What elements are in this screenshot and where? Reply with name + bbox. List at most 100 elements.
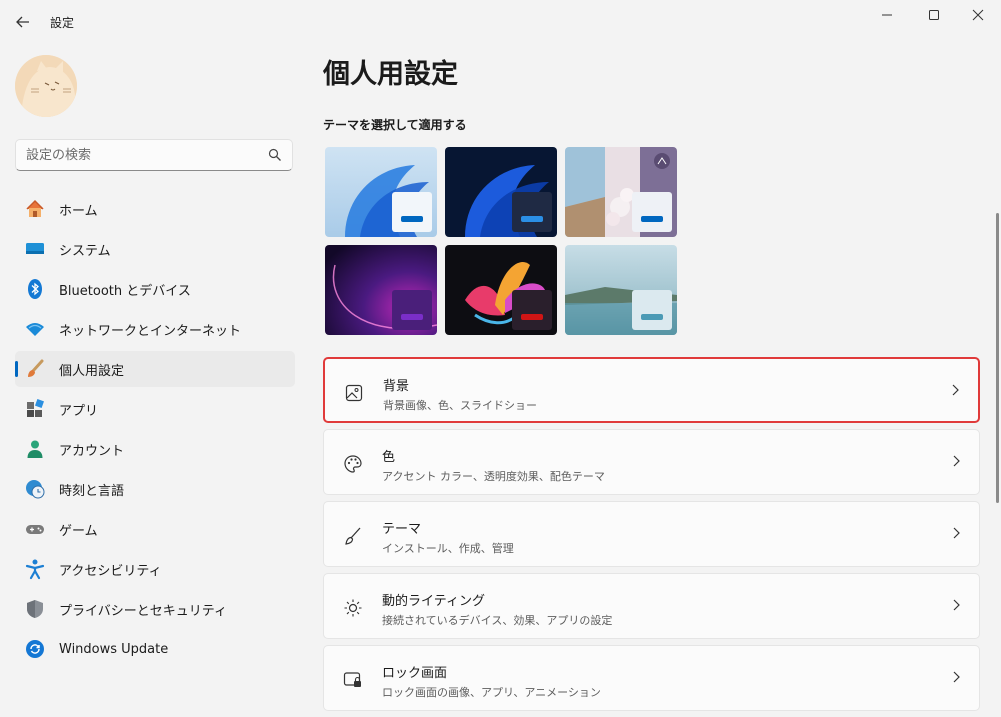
sidebar-item-privacy-security[interactable]: プライバシーとセキュリティ xyxy=(15,591,295,627)
theme-tile-flow[interactable] xyxy=(445,245,557,335)
close-button[interactable] xyxy=(958,4,998,26)
card-colors[interactable]: 色 アクセント カラー、透明度効果、配色テーマ xyxy=(323,429,980,495)
wifi-icon xyxy=(24,318,46,340)
theme-mini-window xyxy=(632,290,672,330)
sidebar-item-label: アクセシビリティ xyxy=(59,563,162,579)
sidebar-item-system[interactable]: システム xyxy=(15,231,295,267)
card-themes[interactable]: テーマ インストール、作成、管理 xyxy=(323,501,980,567)
theme-accent-bar xyxy=(641,216,663,222)
chevron-right-icon xyxy=(952,384,959,396)
card-background[interactable]: 背景 背景画像、色、スライドショー xyxy=(323,357,980,423)
arrow-left-icon xyxy=(16,16,29,28)
theme-accent-bar xyxy=(521,216,543,222)
chevron-right-icon xyxy=(953,527,960,539)
sidebar-item-network[interactable]: ネットワークとインターネット xyxy=(15,311,295,347)
maximize-button[interactable] xyxy=(914,4,954,26)
accessibility-icon xyxy=(24,558,46,580)
sidebar-item-apps[interactable]: アプリ xyxy=(15,391,295,427)
maximize-icon xyxy=(929,10,939,20)
theme-accent-bar xyxy=(401,216,423,222)
bluetooth-icon xyxy=(24,278,46,300)
card-lock-screen[interactable]: ロック画面 ロック画面の画像、アプリ、アニメーション xyxy=(323,645,980,711)
sidebar-item-label: Windows Update xyxy=(59,641,169,657)
home-icon xyxy=(24,198,46,220)
card-subtitle: アクセント カラー、透明度効果、配色テーマ xyxy=(382,470,605,483)
theme-accent-bar xyxy=(521,314,543,320)
theme-gallery xyxy=(325,147,677,335)
sidebar-item-label: アプリ xyxy=(59,403,99,419)
person-icon xyxy=(24,438,46,460)
card-dynamic-lighting[interactable]: 動的ライティング 接続されているデバイス、効果、アプリの設定 xyxy=(323,573,980,639)
refresh-icon xyxy=(24,638,46,660)
apps-icon xyxy=(24,398,46,420)
sidebar-item-label: プライバシーとセキュリティ xyxy=(59,603,227,619)
settings-list: 背景 背景画像、色、スライドショー 色 アクセント カラー、透明度効果、配色テー… xyxy=(323,357,980,717)
chevron-right-icon xyxy=(953,455,960,467)
sidebar-item-time-language[interactable]: 時刻と言語 xyxy=(15,471,295,507)
card-title: 動的ライティング xyxy=(382,594,485,609)
vertical-scrollbar[interactable] xyxy=(996,213,999,503)
theme-accent-bar xyxy=(641,314,663,320)
settings-search-box[interactable] xyxy=(15,139,293,171)
sidebar-nav: ホーム システム Bluetooth とデバイス ネットワークとインターネット … xyxy=(15,191,295,671)
brush-icon xyxy=(342,525,364,547)
monitor-icon xyxy=(24,238,46,260)
search-input[interactable] xyxy=(16,140,266,170)
theme-tile-sunrise[interactable] xyxy=(325,245,437,335)
back-button[interactable] xyxy=(10,10,36,34)
app-title: 設定 xyxy=(50,16,75,30)
theme-mini-window xyxy=(632,192,672,232)
sidebar-item-label: Bluetooth とデバイス xyxy=(59,283,191,299)
theme-mini-window xyxy=(392,192,432,232)
sidebar-item-personalization[interactable]: 個人用設定 xyxy=(15,351,295,387)
minimize-button[interactable] xyxy=(867,4,907,26)
theme-mini-window xyxy=(512,290,552,330)
sidebar-item-home[interactable]: ホーム xyxy=(15,191,295,227)
sidebar-item-accessibility[interactable]: アクセシビリティ xyxy=(15,551,295,587)
clock-globe-icon xyxy=(24,478,46,500)
lock-screen-icon xyxy=(342,669,364,691)
sidebar-item-gaming[interactable]: ゲーム xyxy=(15,511,295,547)
sidebar-item-accounts[interactable]: アカウント xyxy=(15,431,295,467)
close-icon xyxy=(972,9,984,21)
sidebar-item-label: 時刻と言語 xyxy=(59,483,125,499)
sidebar-item-label: 個人用設定 xyxy=(59,363,125,379)
card-title: テーマ xyxy=(382,522,422,537)
card-subtitle: 接続されているデバイス、効果、アプリの設定 xyxy=(382,614,613,627)
theme-accent-bar xyxy=(401,314,423,320)
theme-section-label: テーマを選択して適用する xyxy=(323,118,467,132)
avatar[interactable] xyxy=(15,55,77,117)
minimize-icon xyxy=(882,14,892,16)
sidebar-item-label: ゲーム xyxy=(59,523,98,539)
sidebar-item-label: ホーム xyxy=(59,203,98,219)
card-title: ロック画面 xyxy=(382,666,448,681)
theme-mini-window xyxy=(392,290,432,330)
sidebar-item-windows-update[interactable]: Windows Update xyxy=(15,631,295,667)
chevron-right-icon xyxy=(953,599,960,611)
image-icon xyxy=(343,382,365,404)
sidebar-item-bluetooth[interactable]: Bluetooth とデバイス xyxy=(15,271,295,307)
sidebar-item-label: システム xyxy=(59,243,111,259)
sidebar-item-label: アカウント xyxy=(59,443,125,459)
theme-tile-windows-light[interactable] xyxy=(325,147,437,237)
page-title: 個人用設定 xyxy=(323,59,458,90)
shield-icon xyxy=(24,598,46,620)
chevron-right-icon xyxy=(953,671,960,683)
card-title: 背景 xyxy=(383,379,410,394)
paintbrush-icon xyxy=(24,358,46,380)
gamepad-icon xyxy=(24,518,46,540)
card-title: 色 xyxy=(382,450,396,465)
card-subtitle: インストール、作成、管理 xyxy=(382,542,514,555)
card-subtitle: ロック画面の画像、アプリ、アニメーション xyxy=(382,686,601,699)
active-indicator xyxy=(15,361,18,377)
card-subtitle: 背景画像、色、スライドショー xyxy=(383,399,537,412)
title-bar: 設定 xyxy=(0,0,1001,44)
dynamic-lighting-icon xyxy=(342,597,364,619)
cat-avatar-icon xyxy=(15,55,77,117)
theme-tile-glow[interactable] xyxy=(565,147,677,237)
palette-icon xyxy=(342,453,364,475)
theme-mini-window xyxy=(512,192,552,232)
search-icon[interactable] xyxy=(268,148,282,162)
theme-tile-windows-dark[interactable] xyxy=(445,147,557,237)
theme-tile-captured-motion[interactable] xyxy=(565,245,677,335)
